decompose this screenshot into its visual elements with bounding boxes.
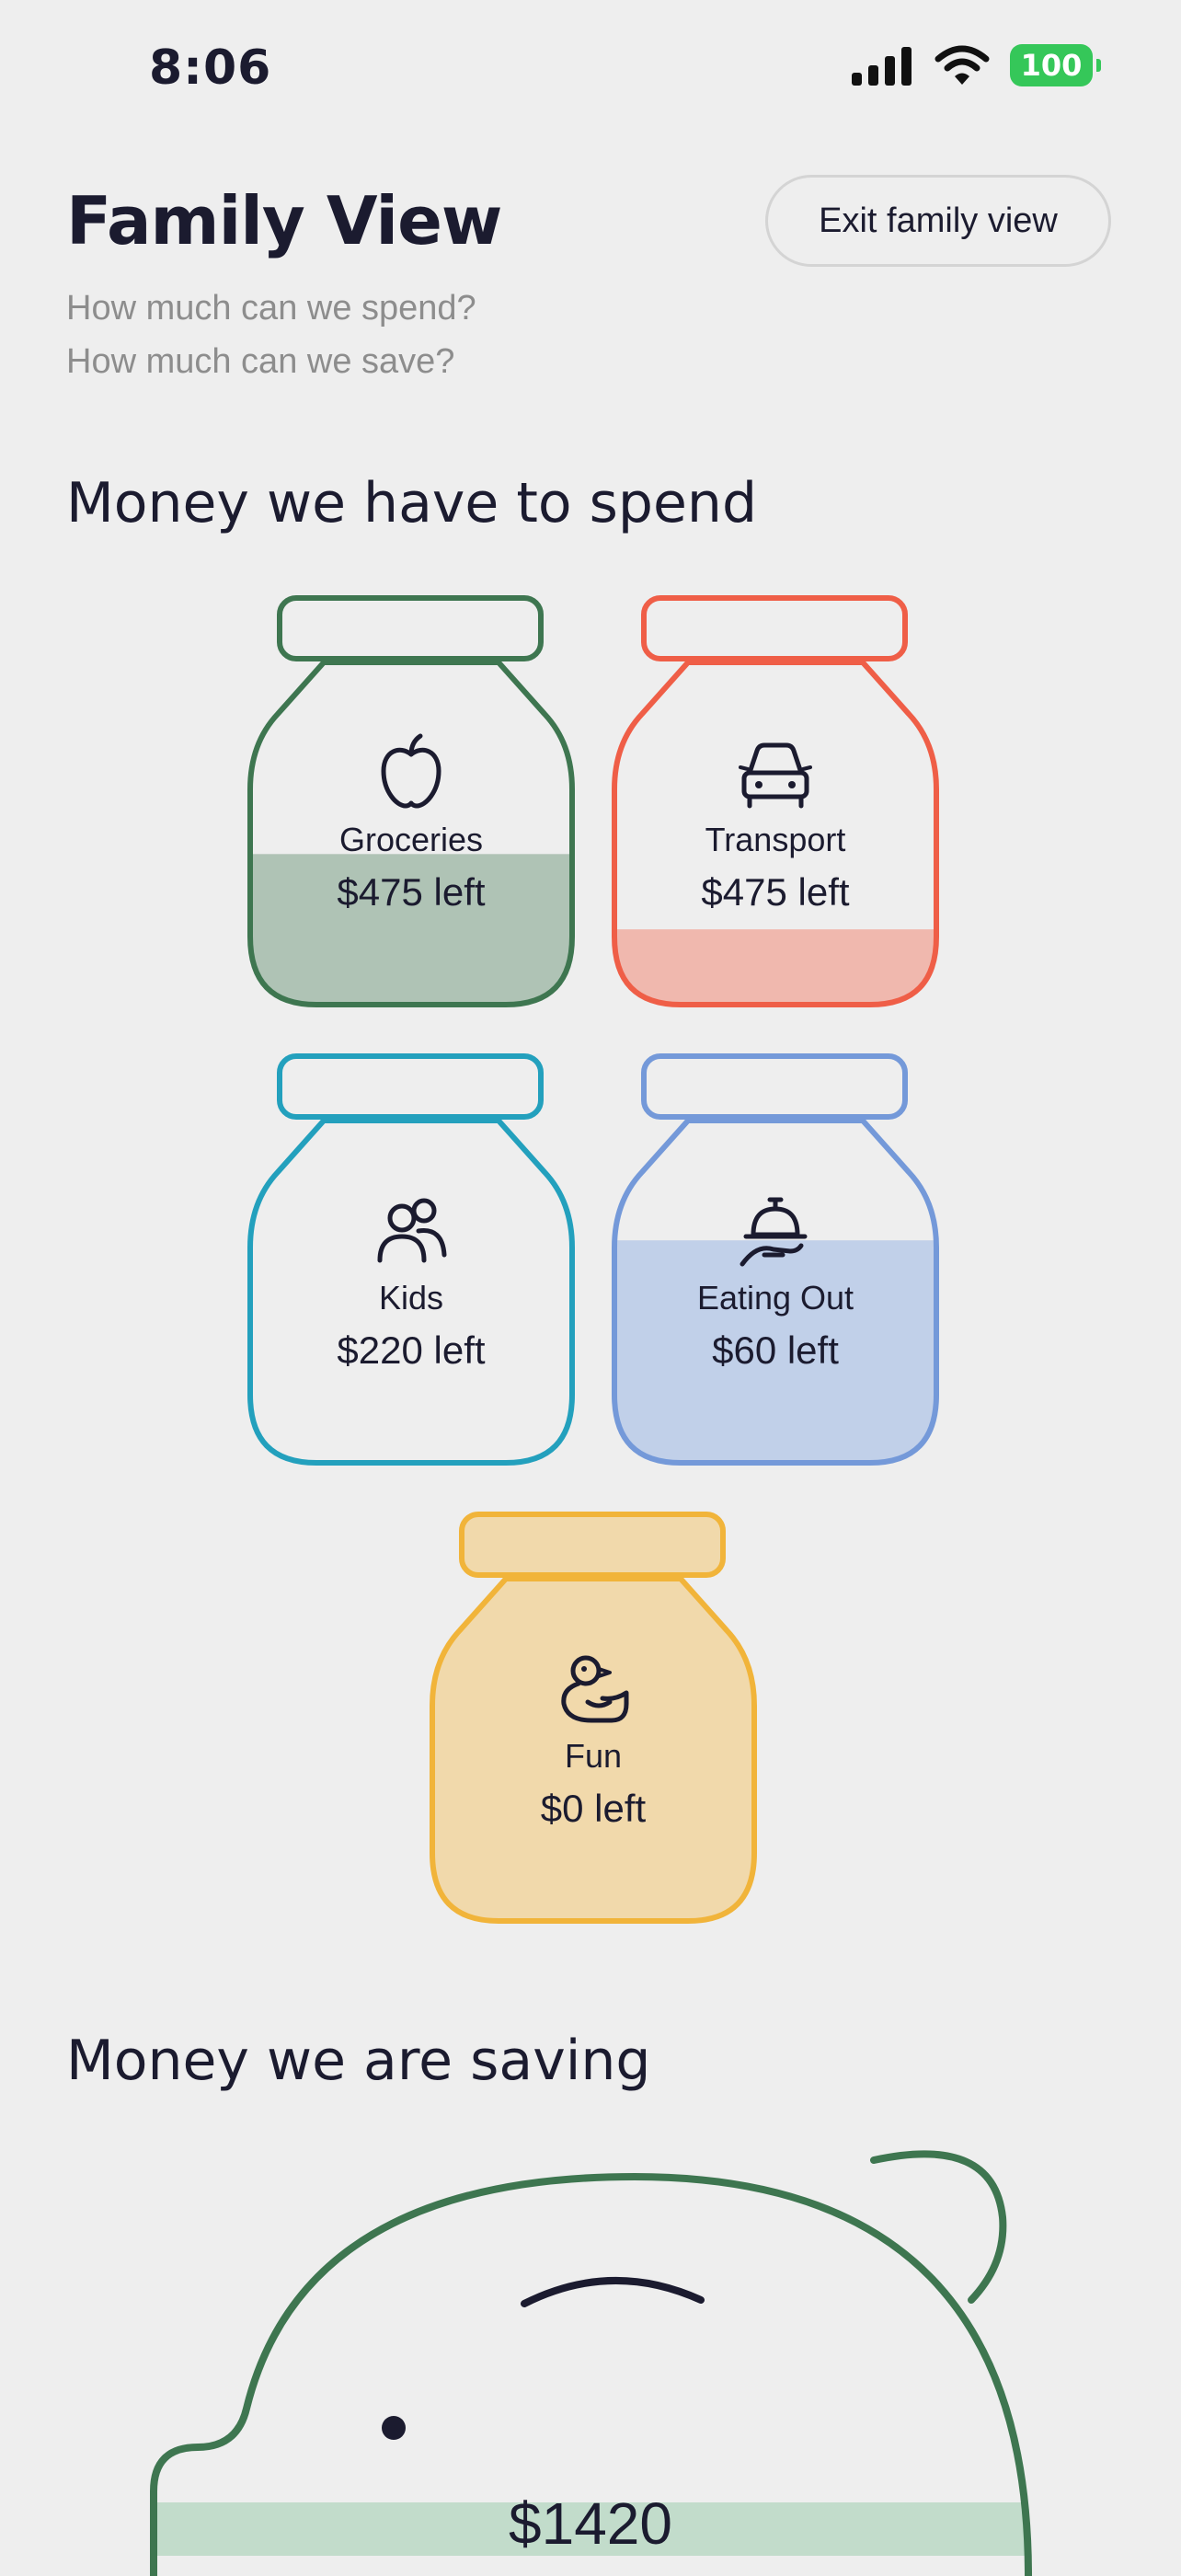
status-time: 8:06 bbox=[149, 40, 272, 96]
jar-groceries[interactable]: Groceries $475 left bbox=[247, 594, 576, 1008]
subtitle-spend: How much can we spend? bbox=[66, 289, 476, 328]
signal-icon bbox=[852, 47, 912, 86]
piggy-eye bbox=[382, 2416, 406, 2440]
spend-section-title: Money we have to spend bbox=[66, 471, 758, 535]
status-icons: 100 bbox=[852, 44, 1101, 86]
subtitle-save: How much can we save? bbox=[66, 342, 455, 381]
duck-icon bbox=[561, 1655, 629, 1723]
exit-family-view-button[interactable]: Exit family view bbox=[765, 175, 1111, 267]
page-title: Family View bbox=[66, 182, 502, 259]
car-icon bbox=[739, 742, 812, 809]
jar-lid bbox=[459, 1512, 726, 1578]
jar-label: Fun bbox=[564, 1737, 623, 1775]
apple-icon bbox=[381, 733, 441, 809]
battery-indicator: 100 bbox=[1010, 44, 1101, 86]
people-icon bbox=[377, 1198, 447, 1263]
jar-label: Eating Out bbox=[696, 1279, 854, 1317]
jar-fun[interactable]: Fun $0 left bbox=[429, 1511, 758, 1925]
jar-lid bbox=[277, 1053, 544, 1120]
jar-label: Transport bbox=[705, 821, 846, 858]
jar-label: Kids bbox=[378, 1279, 444, 1317]
jar-lid bbox=[641, 595, 908, 661]
jar-lid bbox=[277, 595, 544, 661]
piggy-coin-slot bbox=[521, 2276, 705, 2307]
jar-transport[interactable]: Transport $475 left bbox=[611, 594, 940, 1008]
cloche-icon bbox=[740, 1197, 808, 1267]
save-section-title: Money we are saving bbox=[66, 2029, 651, 2093]
battery-level: 100 bbox=[1020, 48, 1083, 83]
jar-label: Groceries bbox=[338, 821, 484, 858]
jar-amount: $60 left bbox=[712, 1328, 839, 1372]
piggy-tail bbox=[870, 2150, 1007, 2304]
jar-lid bbox=[641, 1053, 908, 1120]
savings-amount: $1420 bbox=[509, 2490, 672, 2557]
jar-eating-out[interactable]: Eating Out $60 left bbox=[611, 1052, 940, 1466]
jar-fill bbox=[614, 929, 936, 1005]
wifi-icon bbox=[934, 45, 990, 85]
jar-kids[interactable]: Kids $220 left bbox=[247, 1052, 576, 1466]
jar-amount: $475 left bbox=[337, 870, 486, 914]
jar-amount: $220 left bbox=[337, 1328, 486, 1372]
jar-amount: $475 left bbox=[701, 870, 850, 914]
battery-nub bbox=[1096, 59, 1101, 72]
jar-amount: $0 left bbox=[540, 1787, 647, 1830]
